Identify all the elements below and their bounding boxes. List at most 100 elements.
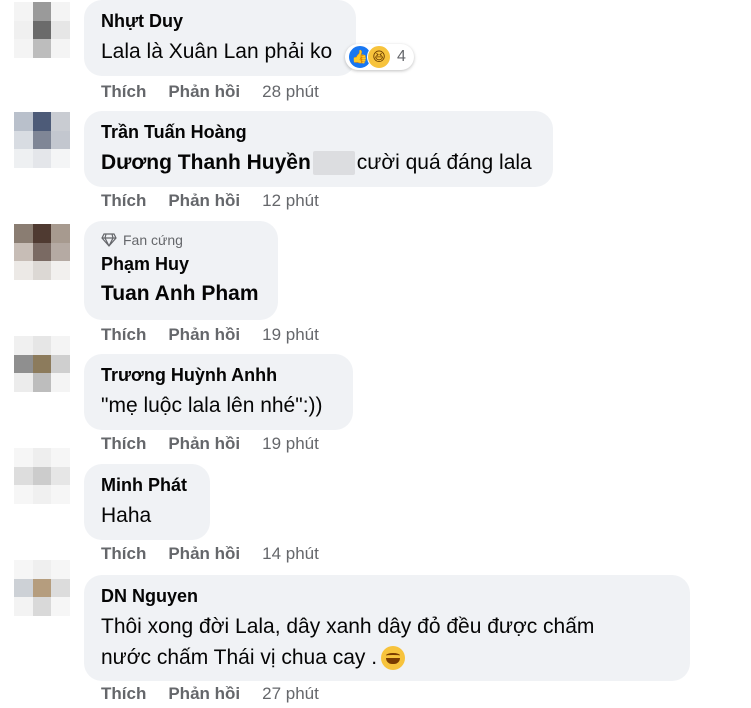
avatar-pixel bbox=[51, 149, 70, 168]
avatar-pixel bbox=[51, 466, 70, 486]
avatar-pixel bbox=[14, 448, 33, 467]
avatar-pixel bbox=[14, 261, 33, 280]
like-button[interactable]: Thích bbox=[101, 434, 146, 454]
avatar-pixel bbox=[32, 578, 52, 598]
comment-time[interactable]: 28 phút bbox=[262, 82, 319, 102]
avatar-pixel bbox=[32, 466, 52, 486]
avatar-pixel bbox=[14, 485, 33, 504]
avatar-pixel bbox=[14, 373, 33, 392]
comment-text: "mẹ luộc lala lên nhé":)) bbox=[101, 394, 323, 417]
comment-actions: Thích Phản hồi 19 phút bbox=[101, 325, 319, 345]
avatar-pixel bbox=[51, 242, 70, 262]
like-button[interactable]: Thích bbox=[101, 82, 146, 102]
avatar-pixel bbox=[14, 466, 33, 486]
avatar-pixel bbox=[51, 354, 70, 374]
avatar-pixel bbox=[32, 149, 52, 168]
comment-text: Dương Thanh Huyền cười quá đáng lala bbox=[101, 147, 537, 178]
avatar-pixel bbox=[51, 336, 70, 355]
avatar-pixel bbox=[32, 130, 52, 150]
commenter-name[interactable]: Trần Tuấn Hoàng bbox=[101, 121, 537, 143]
avatar-pixel bbox=[14, 130, 33, 150]
commenter-name[interactable]: Trương Huỳnh Anhh bbox=[101, 364, 337, 386]
avatar-pixel bbox=[14, 336, 33, 355]
avatar[interactable] bbox=[14, 2, 70, 58]
avatar-pixel bbox=[51, 560, 70, 579]
avatar-pixel bbox=[32, 336, 52, 355]
avatar-pixel bbox=[32, 354, 52, 374]
fan-badge[interactable]: Fan cứng bbox=[101, 231, 262, 249]
comment-text-rest: cười quá đáng lala bbox=[356, 151, 532, 174]
reply-button[interactable]: Phản hồi bbox=[168, 82, 240, 102]
redacted-area bbox=[312, 151, 355, 176]
comment-text[interactable]: Tuan Anh Pham bbox=[101, 278, 262, 309]
avatar-pixel bbox=[51, 578, 70, 598]
avatar-pixel bbox=[51, 261, 70, 280]
avatar-pixel bbox=[51, 20, 70, 40]
comment-actions: Thích Phản hồi 19 phút bbox=[101, 434, 319, 454]
comment-actions: Thích Phản hồi 28 phút bbox=[101, 82, 319, 102]
comment-actions: Thích Phản hồi 12 phút bbox=[101, 191, 319, 211]
avatar-pixel bbox=[51, 224, 70, 243]
commenter-name[interactable]: DN Nguyen bbox=[101, 585, 674, 607]
avatar-pixel bbox=[14, 578, 33, 598]
comment-time[interactable]: 19 phút bbox=[262, 325, 319, 345]
comment-time[interactable]: 14 phút bbox=[262, 544, 319, 564]
avatar-pixel bbox=[51, 130, 70, 150]
avatar-pixel bbox=[51, 597, 70, 616]
comment-bubble: Nhựt Duy Lala là Xuân Lan phải ko bbox=[84, 0, 356, 76]
reply-button[interactable]: Phản hồi bbox=[168, 434, 240, 454]
avatar-pixel bbox=[14, 20, 33, 40]
avatar-pixel bbox=[14, 39, 33, 58]
reply-button[interactable]: Phản hồi bbox=[168, 544, 240, 564]
badge-label: Fan cứng bbox=[123, 232, 183, 248]
avatar-pixel bbox=[32, 20, 52, 40]
avatar-pixel bbox=[51, 39, 70, 58]
comment-bubble: Minh Phát Haha bbox=[84, 464, 210, 540]
laughing-tears-emoji-icon bbox=[381, 646, 406, 671]
diamond-icon bbox=[101, 233, 117, 247]
avatar-pixel bbox=[14, 224, 33, 243]
avatar-pixel bbox=[32, 39, 52, 58]
comment-actions: Thích Phản hồi 14 phút bbox=[101, 544, 319, 564]
avatar-pixel bbox=[32, 597, 52, 616]
avatar-pixel bbox=[32, 485, 52, 504]
comment-text: Lala là Xuân Lan phải ko bbox=[101, 40, 333, 63]
avatar[interactable] bbox=[14, 336, 70, 392]
avatar-pixel bbox=[32, 373, 52, 392]
avatar-pixel bbox=[32, 224, 52, 243]
avatar[interactable] bbox=[14, 448, 70, 504]
avatar-pixel bbox=[51, 373, 70, 392]
reply-button[interactable]: Phản hồi bbox=[168, 191, 240, 211]
avatar-pixel bbox=[32, 448, 52, 467]
avatar[interactable] bbox=[14, 112, 70, 168]
avatar[interactable] bbox=[14, 224, 70, 280]
avatar-pixel bbox=[14, 149, 33, 168]
commenter-name[interactable]: Phạm Huy bbox=[101, 253, 262, 275]
commenter-name[interactable]: Nhựt Duy bbox=[101, 10, 340, 32]
avatar-pixel bbox=[51, 485, 70, 504]
reply-button[interactable]: Phản hồi bbox=[168, 325, 240, 345]
avatar-pixel bbox=[32, 560, 52, 579]
avatar[interactable] bbox=[14, 560, 70, 616]
comment-time[interactable]: 12 phút bbox=[262, 191, 319, 211]
commenter-name[interactable]: Minh Phát bbox=[101, 474, 194, 496]
like-button[interactable]: Thích bbox=[101, 191, 146, 211]
like-button[interactable]: Thích bbox=[101, 325, 146, 345]
comment-time[interactable]: 19 phút bbox=[262, 434, 319, 454]
like-button[interactable]: Thích bbox=[101, 684, 146, 704]
comment-bubble: Trương Huỳnh Anhh "mẹ luộc lala lên nhé"… bbox=[84, 354, 353, 430]
avatar-pixel bbox=[32, 261, 52, 280]
comment-text-line-1: Thôi xong đời Lala, dây xanh dây đỏ đều … bbox=[101, 615, 595, 638]
comment-bubble: DN Nguyen Thôi xong đời Lala, dây xanh d… bbox=[84, 575, 690, 681]
avatar-pixel bbox=[14, 354, 33, 374]
haha-reaction-icon: 😆 bbox=[367, 45, 391, 69]
reaction-summary[interactable]: 👍 😆 4 bbox=[345, 44, 414, 70]
avatar-pixel bbox=[51, 448, 70, 467]
comment-text: nước chấm Thái vị chua cay . bbox=[101, 646, 378, 669]
comment-time[interactable]: 27 phút bbox=[262, 684, 319, 704]
comment-actions: Thích Phản hồi 27 phút bbox=[101, 684, 319, 704]
reply-button[interactable]: Phản hồi bbox=[168, 684, 240, 704]
comment-bubble: Trần Tuấn Hoàng Dương Thanh Huyền cười qu… bbox=[84, 111, 553, 187]
like-button[interactable]: Thích bbox=[101, 544, 146, 564]
tagged-user[interactable]: Dương Thanh Huyền bbox=[101, 151, 311, 174]
